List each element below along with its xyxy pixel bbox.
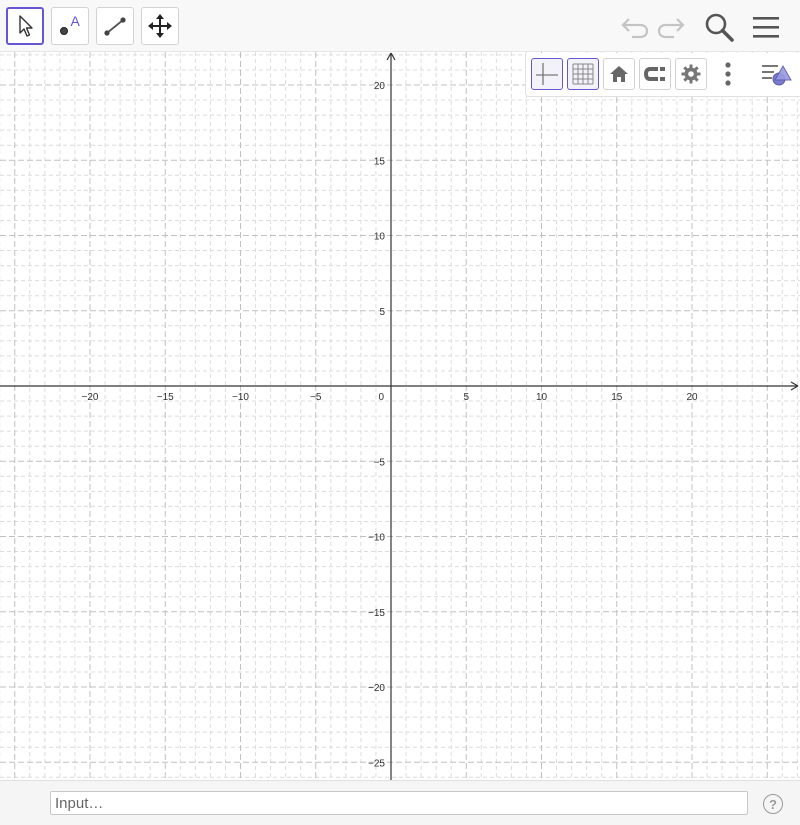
search-button[interactable] (702, 10, 736, 44)
graphics-settings-button[interactable] (675, 58, 707, 90)
y-tick-label: −25 (368, 758, 385, 769)
redo-icon (657, 18, 685, 39)
x-tick-label: 0 (378, 392, 384, 403)
coordinate-plane[interactable]: −20 −15 −10 −5 0 5 10 15 20 20 15 10 5 −5 −10 −15 −20 −25 (0, 52, 800, 780)
y-tick-label: 10 (374, 232, 386, 243)
x-tick-label: 15 (611, 392, 623, 403)
more-options-button[interactable] (718, 59, 738, 89)
point-tool-label: A (71, 13, 81, 29)
gear-icon (681, 64, 701, 84)
point-tool-button[interactable]: A (51, 7, 89, 45)
segment-icon (104, 17, 126, 36)
move-tool-button[interactable] (6, 7, 44, 45)
magnet-icon (644, 67, 665, 81)
main-menu-button[interactable] (750, 12, 782, 42)
x-tick-label: 10 (536, 392, 548, 403)
input-bar: ? (0, 780, 800, 825)
graphics-view[interactable]: −20 −15 −10 −5 0 5 10 15 20 20 15 10 5 −5 −10 −15 −20 −25 (0, 52, 800, 780)
menu-icon (753, 17, 779, 38)
x-tick-label: −10 (232, 392, 249, 403)
x-tick-label: 20 (686, 392, 698, 403)
style-bar (525, 53, 800, 97)
x-tick-label: −20 (82, 392, 99, 403)
arrow-cursor-icon (19, 15, 33, 37)
x-tick-label: 5 (463, 392, 469, 403)
y-tick-label: −15 (368, 608, 385, 619)
toolbar: A (0, 0, 800, 52)
more-vertical-icon (725, 62, 731, 86)
y-tick-label: −10 (368, 533, 385, 544)
segment-tool-button[interactable] (96, 7, 134, 45)
undo-icon (621, 18, 649, 39)
grid-minor-lines (0, 52, 800, 780)
y-tick-label: 5 (379, 307, 385, 318)
y-tick-label: 20 (374, 81, 386, 92)
undo-button[interactable] (619, 12, 651, 42)
show-axes-button[interactable] (531, 58, 563, 90)
algebra-input-field[interactable] (50, 791, 748, 815)
home-icon (610, 66, 628, 82)
y-tick-label: −5 (374, 457, 386, 468)
x-tick-label: −5 (310, 392, 322, 403)
style-bar-toggle-icon (762, 64, 792, 86)
grid-icon (572, 63, 594, 85)
tick-labels: −20 −15 −10 −5 0 5 10 15 20 20 15 10 5 −5 −10 −15 −20 −25 (82, 81, 698, 769)
standard-view-button[interactable] (603, 58, 635, 90)
x-tick-label: −15 (157, 392, 174, 403)
search-icon (705, 13, 734, 42)
help-icon: ? (769, 796, 777, 812)
axes-icon (536, 63, 558, 85)
move-arrows-icon (148, 14, 172, 38)
point-icon: A (60, 13, 81, 35)
y-tick-label: 15 (374, 156, 386, 167)
show-grid-button[interactable] (567, 58, 599, 90)
move-graphics-view-tool-button[interactable] (141, 7, 179, 45)
input-help-button[interactable]: ? (763, 794, 783, 814)
toggle-style-bar-button[interactable] (758, 59, 796, 89)
point-capturing-button[interactable] (639, 58, 671, 90)
redo-button[interactable] (655, 12, 687, 42)
y-tick-label: −20 (368, 683, 385, 694)
